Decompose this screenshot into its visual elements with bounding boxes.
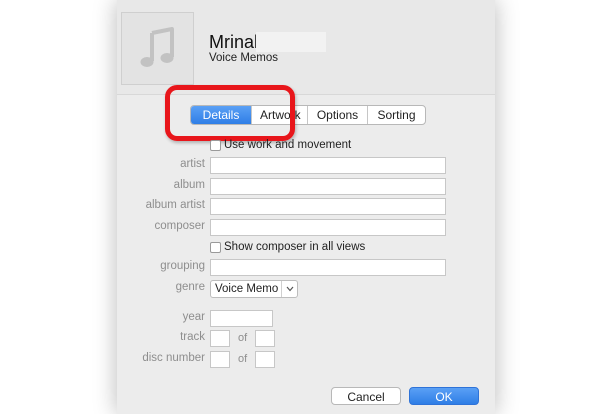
show-composer-row: Show composer in all views [117, 240, 495, 257]
genre-value: Voice Memo [215, 283, 279, 295]
genre-label: genre [175, 281, 205, 293]
artist-label: artist [180, 158, 205, 170]
chevron-down-icon [281, 281, 297, 297]
disc-of-label: of [238, 353, 248, 365]
work-movement-checkbox[interactable] [210, 140, 221, 151]
album-label: album [173, 179, 205, 191]
genre-row: genre Voice Memo [117, 280, 495, 298]
album-artist-row: album artist [117, 198, 495, 215]
disc-number-label: disc number [142, 352, 205, 364]
tab-sorting[interactable]: Sorting [367, 106, 425, 124]
album-row: album [117, 178, 495, 195]
track-of-label: of [238, 332, 248, 344]
album-artist-input[interactable] [210, 198, 446, 215]
artwork-placeholder[interactable] [121, 12, 194, 85]
music-note-icon [140, 26, 174, 67]
disc-total-input[interactable] [255, 351, 275, 368]
grouping-label: grouping [160, 260, 205, 272]
grouping-input[interactable] [210, 259, 446, 276]
work-movement-row: Use work and movement [117, 138, 495, 155]
cancel-button[interactable]: Cancel [331, 387, 401, 405]
track-title: Mrinal [209, 32, 259, 52]
year-input[interactable] [210, 310, 273, 327]
grouping-row: grouping [117, 259, 495, 276]
track-row: track of [117, 330, 495, 347]
track-total-input[interactable] [255, 330, 275, 347]
disc-number-row: disc number of [117, 351, 495, 368]
highlight-ring [165, 85, 295, 141]
composer-label: composer [154, 220, 206, 232]
work-movement-label: Use work and movement [224, 139, 352, 151]
artist-input[interactable] [210, 157, 446, 174]
show-composer-label: Show composer in all views [224, 241, 366, 253]
artist-row: artist [117, 157, 495, 174]
tab-options[interactable]: Options [307, 106, 367, 124]
dialog-header: Mrinal Voice Memos [117, 0, 495, 95]
genre-select[interactable]: Voice Memo [210, 280, 298, 298]
album-artist-label: album artist [145, 199, 205, 211]
show-composer-checkbox[interactable] [210, 242, 221, 253]
track-number-input[interactable] [210, 330, 230, 347]
album-input[interactable] [210, 178, 446, 195]
details-panel: Details Artwork Options Sorting Use work… [117, 85, 495, 414]
redacted-area [256, 32, 326, 52]
composer-input[interactable] [210, 219, 446, 236]
year-row: year [117, 310, 495, 327]
year-label: year [182, 311, 205, 323]
composer-row: composer [117, 219, 495, 236]
track-label: track [180, 331, 205, 343]
track-subtitle: Voice Memos [209, 52, 279, 64]
ok-button[interactable]: OK [409, 387, 479, 405]
song-info-dialog: Mrinal Voice Memos Details Artwork Optio… [117, 0, 495, 414]
disc-number-input[interactable] [210, 351, 230, 368]
